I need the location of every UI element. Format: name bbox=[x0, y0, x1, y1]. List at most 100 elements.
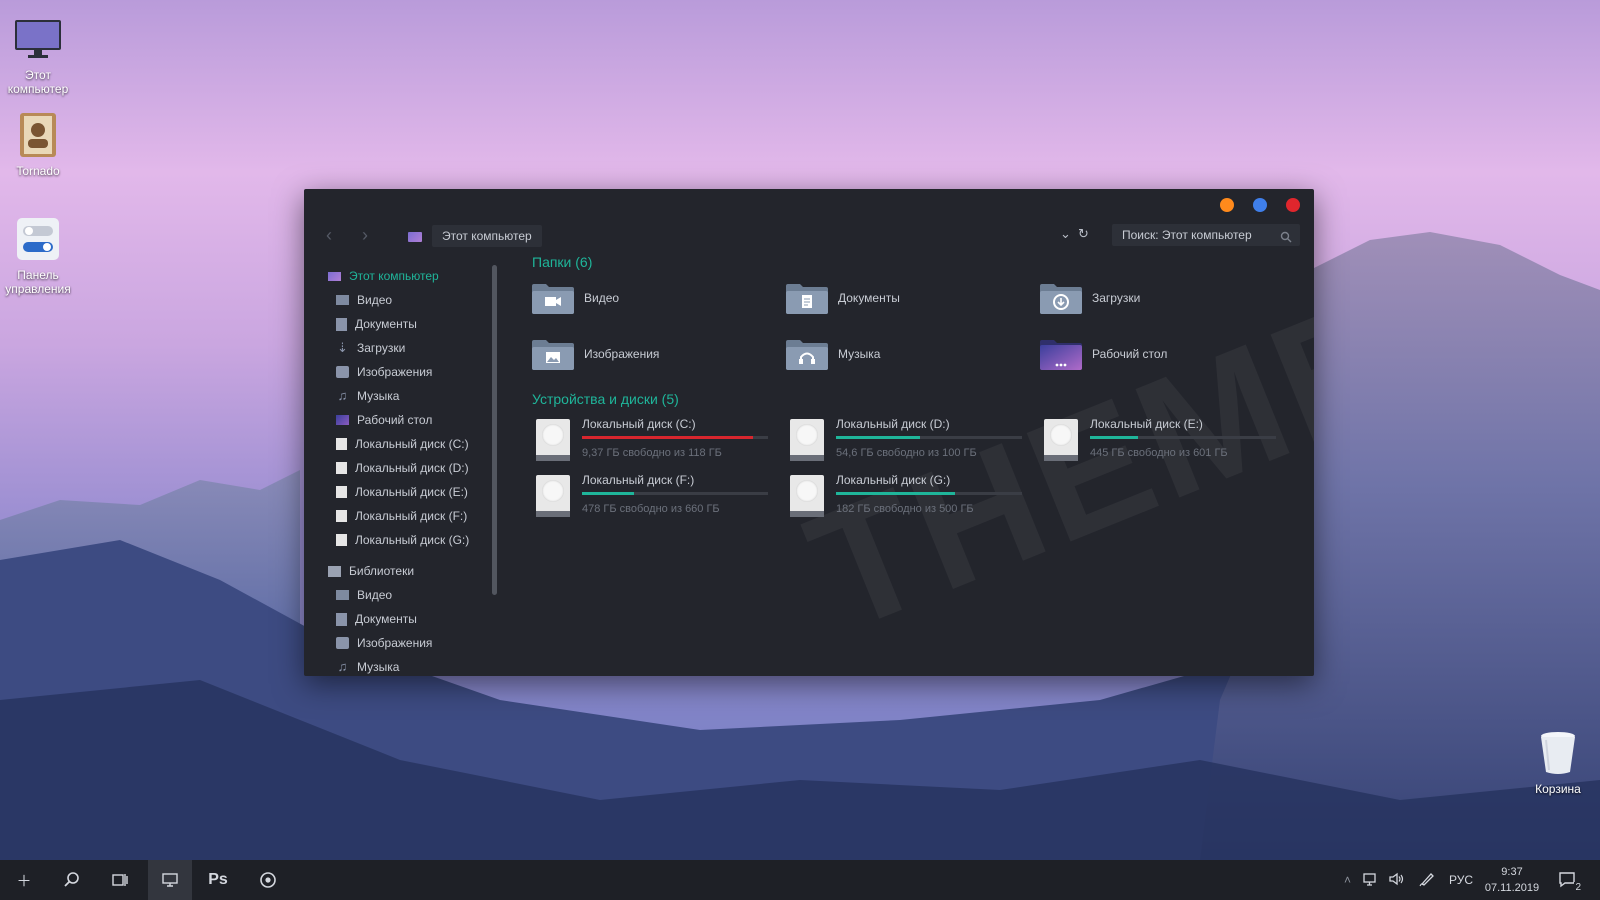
folder-documents[interactable]: Документы bbox=[786, 280, 900, 316]
drive-usage-bar bbox=[582, 436, 768, 439]
music-note-icon: ♫ bbox=[337, 659, 348, 674]
music-folder-icon bbox=[786, 338, 828, 370]
desktop-icon-recycle-bin[interactable]: Корзина bbox=[1520, 728, 1596, 796]
forward-arrow-icon[interactable]: › bbox=[362, 225, 368, 246]
sidebar-item-label: Загрузки bbox=[357, 341, 406, 355]
search-button[interactable] bbox=[50, 860, 94, 900]
taskbar-photoshop[interactable]: Ps bbox=[196, 860, 240, 900]
folders-group-title[interactable]: Папки (6) bbox=[532, 254, 592, 270]
sidebar-scrollbar[interactable] bbox=[492, 265, 497, 595]
folder-music[interactable]: Музыка bbox=[786, 336, 880, 372]
sidebar-item-drive-c[interactable]: Локальный диск (C:) bbox=[336, 434, 469, 454]
drive-g[interactable]: Локальный диск (G:) 182 ГБ свободно из 5… bbox=[786, 473, 1026, 523]
sidebar-item-label: Музыка bbox=[357, 660, 400, 674]
language-indicator[interactable]: РУС bbox=[1449, 873, 1473, 887]
search-placeholder: Поиск: Этот компьютер bbox=[1122, 228, 1252, 242]
drive-d[interactable]: Локальный диск (D:) 54,6 ГБ свободно из … bbox=[786, 417, 1026, 467]
plus-icon: ＋ bbox=[16, 872, 32, 890]
documents-folder-icon bbox=[786, 282, 828, 314]
sidebar-item-drive-d[interactable]: Локальный диск (D:) bbox=[336, 458, 469, 478]
clock[interactable]: 9:37 07.11.2019 bbox=[1482, 864, 1542, 896]
close-button[interactable] bbox=[1286, 198, 1300, 212]
chevron-up-icon[interactable]: ˄ bbox=[1344, 873, 1351, 887]
drive-e[interactable]: Локальный диск (E:) 445 ГБ свободно из 6… bbox=[1040, 417, 1280, 467]
sidebar-item-this-pc[interactable]: Этот компьютер bbox=[328, 266, 439, 286]
desktop-icon-this-pc[interactable]: Этот компьютер bbox=[0, 14, 76, 96]
photoshop-label: Ps bbox=[208, 871, 228, 888]
sidebar-item-music[interactable]: ♫ Музыка bbox=[336, 386, 400, 406]
navigation-pane: Этот компьютер Видео Документы ⇣ Загрузк… bbox=[304, 259, 494, 676]
desktop-icon-label: Этот компьютер bbox=[7, 68, 69, 96]
desktop-icon-label: Панель управления bbox=[5, 268, 71, 296]
desktop-icon-label: Tornado bbox=[16, 164, 60, 178]
hard-drive-icon bbox=[536, 475, 570, 517]
sidebar-item-label: Локальный диск (F:) bbox=[355, 509, 468, 523]
drive-c[interactable]: Локальный диск (C:) 9,37 ГБ свободно из … bbox=[532, 417, 772, 467]
camera-icon bbox=[336, 637, 349, 649]
drive-free-space: 478 ГБ свободно из 660 ГБ bbox=[582, 503, 720, 515]
sidebar-item-drive-e[interactable]: Локальный диск (E:) bbox=[336, 482, 468, 502]
sidebar-item-video[interactable]: Видео bbox=[336, 290, 392, 310]
desktop-folder-icon bbox=[1040, 338, 1082, 370]
action-center-button[interactable]: 2 bbox=[1546, 860, 1590, 900]
sidebar-item-drive-f[interactable]: Локальный диск (F:) bbox=[336, 506, 467, 526]
sidebar-item-documents[interactable]: Документы bbox=[336, 314, 417, 334]
folder-video[interactable]: Видео bbox=[532, 280, 619, 316]
sidebar-item-lib-video[interactable]: Видео bbox=[336, 585, 392, 605]
sidebar-item-label: Локальный диск (D:) bbox=[355, 461, 469, 475]
folder-downloads[interactable]: Загрузки bbox=[1040, 280, 1140, 316]
sidebar-item-pictures[interactable]: Изображения bbox=[336, 362, 432, 382]
pictures-folder-icon bbox=[532, 338, 574, 370]
sidebar-item-label: Изображения bbox=[357, 365, 433, 379]
drive-usage-fill bbox=[836, 436, 920, 439]
folder-pictures[interactable]: Изображения bbox=[532, 336, 659, 372]
desktop-icon bbox=[336, 415, 349, 425]
desktop-icon-tornado[interactable]: Tornado bbox=[0, 110, 76, 178]
drive-usage-bar bbox=[836, 436, 1022, 439]
drive-icon bbox=[336, 486, 347, 498]
folder-label: Рабочий стол bbox=[1092, 347, 1168, 361]
drive-f[interactable]: Локальный диск (F:) 478 ГБ свободно из 6… bbox=[532, 473, 772, 523]
network-icon[interactable] bbox=[1363, 872, 1379, 889]
sidebar-item-lib-music[interactable]: ♫ Музыка bbox=[336, 657, 400, 676]
trash-bin-icon bbox=[1533, 728, 1583, 778]
sidebar-item-libraries[interactable]: Библиотеки bbox=[328, 561, 414, 581]
task-view-button[interactable] bbox=[98, 860, 142, 900]
notification-count: 2 bbox=[1574, 882, 1582, 893]
maximize-button[interactable] bbox=[1253, 198, 1267, 212]
sidebar-item-lib-documents[interactable]: Документы bbox=[336, 609, 417, 629]
minimize-button[interactable] bbox=[1220, 198, 1234, 212]
clock-date: 07.11.2019 bbox=[1484, 882, 1540, 894]
desktop-icon-control-panel[interactable]: Панель управления bbox=[0, 214, 76, 296]
start-button[interactable]: ＋ bbox=[2, 860, 46, 900]
video-icon bbox=[336, 590, 349, 600]
taskbar: ＋ Ps ˄ РУС 9:37 07.11.2019 2 bbox=[0, 860, 1600, 900]
taskbar-chrome[interactable] bbox=[246, 860, 290, 900]
system-tray: ˄ РУС bbox=[1344, 860, 1473, 900]
sidebar-item-lib-pictures[interactable]: Изображения bbox=[336, 633, 432, 653]
drive-free-space: 54,6 ГБ свободно из 100 ГБ bbox=[836, 447, 977, 459]
back-arrow-icon[interactable]: ‹ bbox=[326, 225, 332, 246]
this-pc-icon bbox=[328, 271, 341, 281]
drive-icon bbox=[336, 510, 347, 522]
pen-icon[interactable] bbox=[1419, 871, 1435, 890]
volume-icon[interactable] bbox=[1389, 872, 1405, 889]
folder-label: Загрузки bbox=[1092, 291, 1141, 305]
address-bar[interactable]: Этот компьютер bbox=[432, 225, 542, 247]
sidebar-item-label: Видео bbox=[357, 588, 393, 602]
sidebar-item-drive-g[interactable]: Локальный диск (G:) bbox=[336, 530, 469, 550]
library-icon bbox=[328, 565, 341, 577]
drives-group-title[interactable]: Устройства и диски (5) bbox=[532, 391, 679, 407]
folder-label: Музыка bbox=[838, 347, 881, 361]
this-pc-icon bbox=[408, 232, 422, 242]
sidebar-item-downloads[interactable]: ⇣ Загрузки bbox=[336, 338, 405, 358]
sidebar-item-desktop[interactable]: Рабочий стол bbox=[336, 410, 432, 430]
chevron-down-icon[interactable]: ⌄ bbox=[1060, 226, 1071, 242]
drive-usage-bar bbox=[1090, 436, 1276, 439]
taskbar-explorer[interactable] bbox=[148, 860, 192, 900]
drive-usage-bar bbox=[582, 492, 768, 495]
search-input[interactable]: Поиск: Этот компьютер bbox=[1112, 224, 1300, 246]
drive-name: Локальный диск (F:) bbox=[582, 473, 695, 487]
folder-desktop[interactable]: Рабочий стол bbox=[1040, 336, 1167, 372]
refresh-icon[interactable]: ↻ bbox=[1078, 226, 1089, 242]
